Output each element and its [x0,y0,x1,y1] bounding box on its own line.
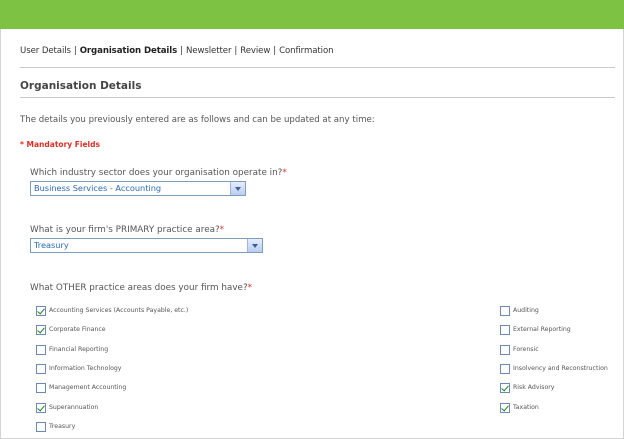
other-question-text: What OTHER practice areas does your firm… [30,283,248,293]
checkbox[interactable] [500,306,510,316]
practice-area-label: Auditing [513,307,539,314]
practice-area-label: Corporate Finance [49,326,106,333]
checkbox[interactable] [36,345,46,355]
checkbox-checked[interactable] [36,403,46,413]
industry-select[interactable]: Business Services - Accounting [30,181,246,196]
header-bar [0,0,624,29]
practice-area-label: Financial Reporting [49,346,109,353]
industry-question-text: Which industry sector does your organisa… [30,168,283,178]
step-review[interactable]: Review [240,46,270,56]
section-title: Organisation Details [20,80,142,92]
practice-area-label: Taxation [513,404,539,411]
breadcrumb: User Details | Organisation Details | Newsle… [20,46,334,56]
industry-question: Which industry sector does your organisa… [30,168,287,178]
required-mark: * [282,168,287,178]
checkbox-checked[interactable] [500,383,510,393]
industry-select-value: Business Services - Accounting [34,183,162,193]
checkbox-checked[interactable] [36,325,46,335]
practice-area-label: Treasury [49,423,76,430]
divider [20,97,615,98]
practice-area-label: Information Technology [49,365,122,372]
primary-select-value: Treasury [34,240,69,250]
step-separator: | [273,46,277,56]
required-mark: * [219,225,225,235]
practice-area-label: Accounting Services (Accounts Payable, e… [49,307,189,314]
practice-area-label: Superannuation [49,404,99,411]
other-question: What OTHER practice areas does your firm… [30,283,252,293]
required-mark: * [247,283,253,293]
practice-area-label: Management Accounting [49,384,127,391]
step-separator: | [234,46,238,56]
practice-area-label: External Reporting [513,326,571,333]
practice-area-label: Risk Advisory [513,384,555,391]
step-separator: | [180,46,183,56]
step-separator: | [73,46,77,56]
practice-area-label: Forensic [513,346,539,353]
mandatory-fields-note: * Mandatory Fields [20,140,100,149]
checkbox[interactable] [500,325,510,335]
checkbox[interactable] [36,422,46,432]
chevron-down-icon[interactable] [230,182,245,195]
primary-select[interactable]: Treasury [30,238,263,253]
step-confirmation[interactable]: Confirmation [279,46,334,56]
checkbox[interactable] [36,364,46,374]
primary-question-text: What is your firm's PRIMARY practice are… [30,225,220,235]
intro-text: The details you previously entered are a… [20,115,375,125]
divider [20,67,615,68]
step-newsletter[interactable]: Newsletter [186,46,232,56]
step-user-details[interactable]: User Details [20,46,71,56]
chevron-down-icon[interactable] [247,239,262,252]
step-organisation-details: Organisation Details [79,46,178,56]
checkbox-checked[interactable] [500,403,510,413]
checkbox[interactable] [500,345,510,355]
checkbox[interactable] [36,383,46,393]
checkbox[interactable] [500,364,510,374]
practice-area-label: Insolvency and Reconstruction [513,365,608,372]
checkbox-checked[interactable] [36,306,46,316]
primary-question: What is your firm's PRIMARY practice are… [30,225,224,235]
